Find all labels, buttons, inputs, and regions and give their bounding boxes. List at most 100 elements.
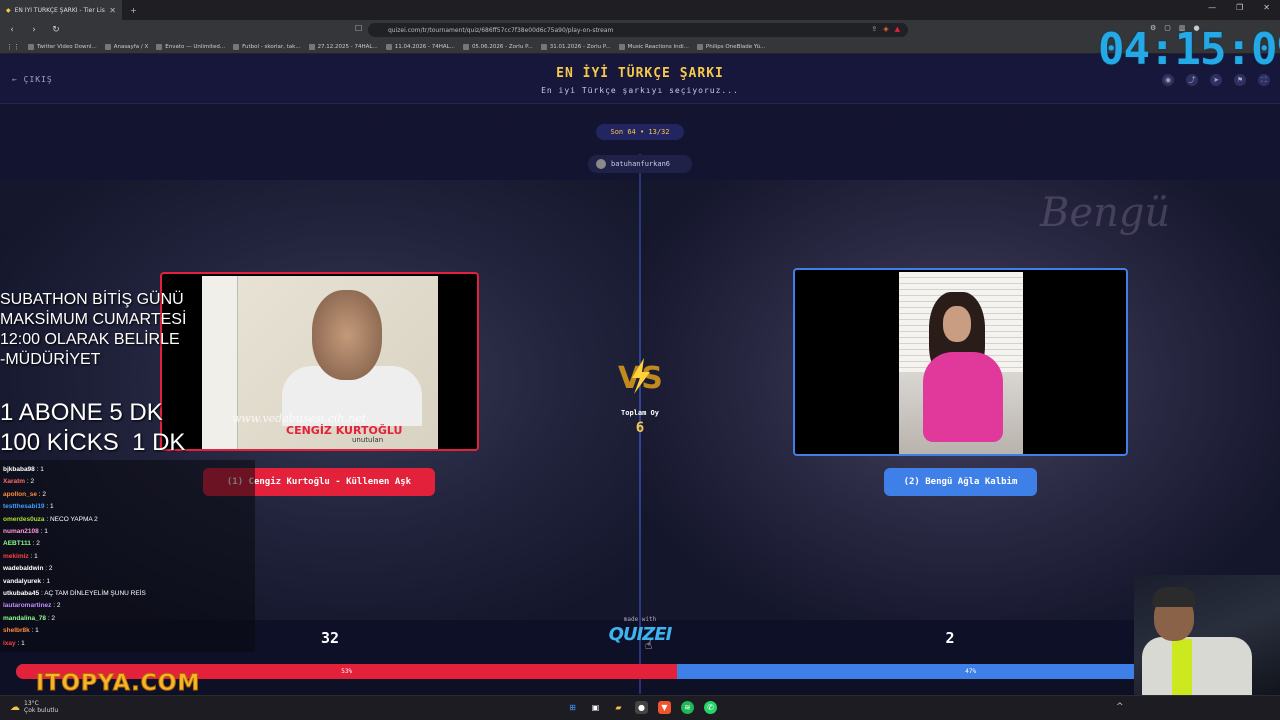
brave-browser-icon[interactable]: ▼ xyxy=(658,701,671,714)
address-bar-icons: ⇪ ◈ ▲ xyxy=(871,25,900,33)
browser-toolbar: ‹ › ↻ ☐ quizei.com/tr/tournament/quiz/68… xyxy=(0,20,1280,40)
bookmark-item[interactable]: Futbol - skorlar, tak... xyxy=(233,43,301,50)
quizei-logo[interactable]: QUIZEI xyxy=(600,624,680,645)
chat-username[interactable]: mandalina_78 xyxy=(3,615,46,622)
bookmark-item[interactable]: 31.01.2026 - Zorlu P... xyxy=(540,43,611,50)
browser-tab-bar: ◆ EN İYİ TÜRKÇE ŞARKI - Tier List, ✕ + —… xyxy=(0,0,1280,20)
tab-title: EN İYİ TÜRKÇE ŞARKI - Tier List, xyxy=(14,6,106,14)
bookmark-item[interactable]: Music Reactions Indi... xyxy=(618,43,689,50)
quiz-subtitle: En iyi Türkçe şarkıyı seçiyoruz... xyxy=(541,86,739,95)
right-choice-button[interactable]: (2) Bengü Ağla Kalbim xyxy=(884,468,1037,496)
windows-start-icon[interactable]: ⊞ xyxy=(566,701,579,714)
chat-username[interactable]: mekimiz xyxy=(3,553,29,560)
photo-dress xyxy=(923,352,1003,442)
share-icon[interactable]: ⤴ xyxy=(1186,74,1198,86)
chat-username[interactable]: wadebaldwin xyxy=(3,565,43,572)
chat-message: apollon_se : 2 xyxy=(3,489,252,501)
chat-message: utkubaba45 : AÇ TAM DİNLEYELİM ŞUNU REİS xyxy=(3,588,252,600)
mouse-cursor-icon: ☝ xyxy=(645,638,653,652)
chat-username[interactable]: vandalyurek xyxy=(3,578,41,585)
chat-text: : 2 xyxy=(38,490,47,498)
minimize-icon[interactable]: — xyxy=(1208,3,1216,12)
bookmark-favicon-icon xyxy=(696,43,703,50)
chat-text: : 2 xyxy=(53,602,61,610)
made-with-text: made with xyxy=(623,616,657,623)
total-votes-label: Toplam Oy xyxy=(621,409,659,417)
forward-icon[interactable]: › xyxy=(28,25,40,35)
chat-text: : 2 xyxy=(47,614,56,622)
alert-icon[interactable]: ▲ xyxy=(895,25,900,33)
maximize-icon[interactable]: ❐ xyxy=(1236,3,1243,12)
chat-message: bjkbaba98 : 1 xyxy=(3,464,252,476)
new-tab-icon[interactable]: + xyxy=(130,6,137,15)
chat-username[interactable]: ixay xyxy=(3,640,16,647)
chat-username[interactable]: apollon_se xyxy=(3,491,37,498)
fullscreen-icon[interactable]: ⛶ xyxy=(1258,74,1270,86)
chat-username[interactable]: utkubaba45 xyxy=(3,590,39,597)
whatsapp-icon[interactable]: ✆ xyxy=(704,701,717,714)
send-icon[interactable]: ➤ xyxy=(1210,74,1222,86)
chat-message: ixay : 1 xyxy=(3,638,252,650)
bookmark-item[interactable]: Twitter Video Downl... xyxy=(28,43,97,50)
bookmark-item[interactable]: Philips OneBlade Yü... xyxy=(696,43,765,50)
file-explorer-icon[interactable]: ▰ xyxy=(612,701,625,714)
bookmark-item[interactable]: 05.06.2026 - Zorlu P... xyxy=(462,43,533,50)
subathon-notice: SUBATHON BİTİŞ GÜNÜ MAKSİMUM CUMARTESİ 1… xyxy=(0,291,187,368)
weather-widget[interactable]: ☁ 13°C Çok bulutlu xyxy=(10,700,58,714)
sponsor-logo: ITOPYA.COM xyxy=(35,671,201,697)
bookmark-star-icon[interactable]: ☐ xyxy=(355,24,362,33)
tray-chevron-up-icon[interactable]: ^ xyxy=(1116,702,1124,712)
chat-message: shelbr8k : 1 xyxy=(3,625,252,637)
url-text: quizei.com/tr/tournament/quiz/686ff57cc7… xyxy=(388,26,614,34)
bookmark-favicon-icon xyxy=(233,43,240,50)
browser-tab[interactable]: ◆ EN İYİ TÜRKÇE ŞARKI - Tier List, ✕ xyxy=(0,0,122,20)
chat-username[interactable]: shelbr8k xyxy=(3,627,30,634)
back-icon[interactable]: ‹ xyxy=(6,25,18,35)
chat-username[interactable]: AEBT111 xyxy=(3,540,31,547)
chat-message: Xaratm : 2 xyxy=(3,476,252,488)
bookmark-favicon-icon xyxy=(308,43,315,50)
close-window-icon[interactable]: ✕ xyxy=(1263,3,1270,12)
flag-icon[interactable]: ⚑ xyxy=(1234,74,1246,86)
chat-text: : 1 xyxy=(17,639,25,647)
shield-icon[interactable]: ◈ xyxy=(883,25,888,33)
bookmark-favicon-icon xyxy=(462,43,469,50)
address-bar[interactable]: quizei.com/tr/tournament/quiz/686ff57cc7… xyxy=(368,23,908,37)
chat-username[interactable]: bjkbaba98 xyxy=(3,466,35,473)
right-choice-card[interactable] xyxy=(793,268,1128,456)
webcam-feed xyxy=(1134,575,1280,695)
chat-username[interactable]: numan2108 xyxy=(3,528,39,535)
bookmark-favicon-icon xyxy=(156,43,163,50)
chat-username[interactable]: omerdes0uza xyxy=(3,516,45,523)
obs-icon[interactable]: ● xyxy=(635,701,648,714)
chat-text: : AÇ TAM DİNLEYELİM ŞUNU REİS xyxy=(40,590,146,598)
reload-icon[interactable]: ↻ xyxy=(50,25,62,35)
chat-message: numan2108 : 1 xyxy=(3,526,252,538)
chat-text: : 1 xyxy=(36,466,44,473)
chat-username[interactable]: Xaratm xyxy=(3,478,25,485)
screen: ◆ EN İYİ TÜRKÇE ŞARKI - Tier List, ✕ + —… xyxy=(0,0,1280,720)
chat-message: omerdes0uza : NECO YAPMA 2 xyxy=(3,514,252,526)
share-icon[interactable]: ⇪ xyxy=(871,25,877,33)
bookmark-item[interactable]: Anasayfa / X xyxy=(104,43,148,50)
task-view-icon[interactable]: ▣ xyxy=(589,701,602,714)
spotify-icon[interactable]: ≋ xyxy=(681,701,694,714)
header-actions: ◉ ⤴ ➤ ⚑ ⛶ xyxy=(1162,74,1270,86)
eye-icon[interactable]: ◉ xyxy=(1162,74,1174,86)
apps-icon[interactable]: ⋮⋮ xyxy=(6,43,20,51)
chat-username[interactable]: testthesabi19 xyxy=(3,503,45,510)
quiz-title: EN İYİ TÜRKÇE ŞARKI xyxy=(556,66,724,81)
chat-message: wadebaldwin : 2 xyxy=(3,563,252,575)
left-score: 32 xyxy=(320,629,340,647)
windows-taskbar: ☁ 13°C Çok bulutlu ⊞ ▣ ▰ ● ▼ ≋ ✆ ^ xyxy=(0,695,1280,720)
weather-text: 13°C Çok bulutlu xyxy=(24,700,58,714)
total-votes-value: 6 xyxy=(635,420,645,436)
chat-message: mandalina_78 : 2 xyxy=(3,613,252,625)
bookmark-item[interactable]: Envato — Unlimited... xyxy=(156,43,225,50)
stream-timer: 04:15:09 xyxy=(1098,24,1280,75)
bookmark-item[interactable]: 27.12.2025 - 74HAL... xyxy=(308,43,378,50)
tab-close-icon[interactable]: ✕ xyxy=(109,6,116,15)
chat-username[interactable]: lautaromartinez xyxy=(3,602,51,609)
bookmark-item[interactable]: 11.04.2026 - 74HAL... xyxy=(385,43,455,50)
subscription-info: 1 ABONE 5 DK 100 KİCKS 1 DK xyxy=(0,399,186,456)
